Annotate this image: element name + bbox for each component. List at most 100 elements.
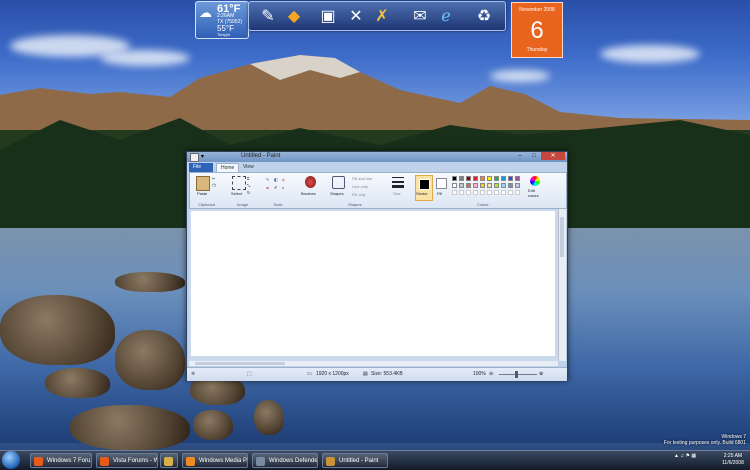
shapes-button[interactable]: Shapes xyxy=(330,191,344,196)
shape-option-fill-only[interactable]: Fill only xyxy=(352,192,366,197)
horizontal-scrollbar[interactable] xyxy=(189,361,558,366)
custom-color-slot[interactable] xyxy=(466,190,471,195)
wrench-tools-icon[interactable]: ✗ xyxy=(371,5,393,27)
brushes-icon[interactable] xyxy=(305,176,316,188)
taskbar-app-icon xyxy=(256,457,265,466)
custom-color-slot[interactable] xyxy=(515,190,520,195)
palette-swatch[interactable] xyxy=(466,176,471,181)
recycle-bin-icon[interactable]: ♻ xyxy=(473,5,495,27)
custom-color-slot[interactable] xyxy=(487,190,492,195)
palette-swatch[interactable] xyxy=(487,183,492,188)
shape-option-line-only[interactable]: Line only xyxy=(352,184,368,189)
crop-icon[interactable]: ⌗ xyxy=(247,176,249,181)
palette-swatch[interactable] xyxy=(494,176,499,181)
palette-swatch[interactable] xyxy=(515,176,520,181)
text-icon[interactable]: A xyxy=(282,177,285,182)
rotate-icon[interactable]: ↻ xyxy=(247,190,250,195)
vertical-scrollbar[interactable] xyxy=(558,209,566,361)
eraser-icon[interactable]: ▰ xyxy=(266,185,269,190)
edit-colors-icon[interactable] xyxy=(530,176,540,186)
resize-icon[interactable]: ⤡ xyxy=(247,183,250,188)
edit-colors-button[interactable]: Edit colors xyxy=(528,188,544,198)
internet-explorer-icon[interactable]: ℯ xyxy=(435,5,457,27)
taskbar-item[interactable]: Vista Forums - Wi... xyxy=(96,453,158,468)
minimize-button[interactable]: – xyxy=(513,152,527,160)
color1-swatch xyxy=(419,179,430,190)
computer-icon[interactable]: ▣ xyxy=(317,5,339,27)
palette-swatch[interactable] xyxy=(452,183,457,188)
magnifier-icon[interactable]: ⌕ xyxy=(282,185,284,190)
taskbar-item[interactable]: Untitled - Paint xyxy=(322,453,388,468)
color-picker-icon[interactable]: ✐ xyxy=(274,185,277,190)
palette-swatch[interactable] xyxy=(473,176,478,181)
vertical-scroll-thumb[interactable] xyxy=(560,217,564,257)
taskbar-item[interactable]: Windows Defender xyxy=(252,453,318,468)
horizontal-scroll-thumb[interactable] xyxy=(195,362,285,365)
cut-icon[interactable]: ✂ xyxy=(212,176,215,181)
palette-swatch[interactable] xyxy=(515,183,520,188)
taskbar-item-label: Windows 7 Foru... xyxy=(47,458,92,464)
mail-icon[interactable]: ✉ xyxy=(409,5,431,27)
hazard-sign-icon[interactable]: ◆ xyxy=(283,5,305,27)
paste-button[interactable]: Paste xyxy=(197,191,207,196)
zoom-slider[interactable] xyxy=(499,374,537,375)
paint-tools-icon[interactable]: ✎ xyxy=(257,5,279,27)
taskbar-item[interactable] xyxy=(160,453,178,468)
calendar-gadget[interactable]: November 2008 6 Thursday xyxy=(511,2,563,58)
drawing-canvas[interactable] xyxy=(191,211,555,356)
palette-swatch[interactable] xyxy=(480,183,485,188)
copy-icon[interactable]: ❐ xyxy=(212,183,216,188)
zoom-slider-thumb[interactable] xyxy=(515,371,518,378)
taskbar-item[interactable]: Windows Media P... xyxy=(182,453,248,468)
palette-swatch[interactable] xyxy=(487,176,492,181)
palette-swatch[interactable] xyxy=(508,176,513,181)
title-bar[interactable]: ▾ Untitled - Paint – □ ✕ xyxy=(187,152,567,162)
color2-swatch[interactable] xyxy=(436,178,447,189)
tab-view[interactable]: View xyxy=(239,163,258,172)
palette-swatch[interactable] xyxy=(473,183,478,188)
custom-color-slot[interactable] xyxy=(452,190,457,195)
quick-access-icon[interactable]: ▾ xyxy=(201,153,204,160)
size-button[interactable]: Size xyxy=(393,191,401,196)
paint-app-icon[interactable] xyxy=(190,153,199,162)
tab-file[interactable]: File xyxy=(189,163,213,172)
pencil-icon[interactable]: ✎ xyxy=(266,177,269,182)
color2-label: Fill xyxy=(437,191,443,196)
palette-swatch[interactable] xyxy=(501,176,506,181)
tools-icon[interactable]: ✕ xyxy=(345,5,367,27)
rock xyxy=(254,400,284,435)
taskbar-item[interactable]: Windows 7 Foru... xyxy=(30,453,92,468)
custom-color-slot[interactable] xyxy=(480,190,485,195)
maximize-button[interactable]: □ xyxy=(527,152,541,160)
custom-color-slot[interactable] xyxy=(501,190,506,195)
start-button[interactable] xyxy=(2,451,20,469)
custom-color-slot[interactable] xyxy=(459,190,464,195)
palette-swatch[interactable] xyxy=(501,183,506,188)
select-icon[interactable] xyxy=(232,176,246,190)
palette-swatch[interactable] xyxy=(459,183,464,188)
custom-color-slot[interactable] xyxy=(473,190,478,195)
tray-icons[interactable]: ▲ ♫ ⚑ ▦ xyxy=(674,453,696,459)
palette-swatch[interactable] xyxy=(459,176,464,181)
close-button[interactable]: ✕ xyxy=(541,152,565,160)
palette-swatch[interactable] xyxy=(508,183,513,188)
brushes-button[interactable]: Brushes xyxy=(301,191,316,196)
rock xyxy=(115,272,185,292)
shape-option-fill-and-line[interactable]: Fill and line xyxy=(352,176,372,181)
palette-swatch[interactable] xyxy=(452,176,457,181)
fill-icon[interactable]: ◧ xyxy=(274,177,278,182)
shapes-icon[interactable] xyxy=(332,176,345,189)
weather-gadget[interactable]: ☁ 61°F 2:26AM TX (75052) 55°F Tonight xyxy=(195,1,249,39)
palette-swatch[interactable] xyxy=(466,183,471,188)
custom-color-slot[interactable] xyxy=(494,190,499,195)
palette-swatch[interactable] xyxy=(494,183,499,188)
custom-color-slot[interactable] xyxy=(508,190,513,195)
color1-selector[interactable] xyxy=(415,175,433,201)
zoom-in-button[interactable]: ⊕ xyxy=(539,371,543,377)
paste-icon[interactable] xyxy=(196,176,210,191)
palette-swatch[interactable] xyxy=(480,176,485,181)
select-button[interactable]: Select xyxy=(231,191,242,196)
paint-window[interactable]: ▾ Untitled - Paint – □ ✕ File Home View … xyxy=(186,151,568,381)
zoom-out-button[interactable]: ⊖ xyxy=(489,371,493,377)
clock[interactable]: 2:25 AM 11/6/2008 xyxy=(722,453,744,467)
